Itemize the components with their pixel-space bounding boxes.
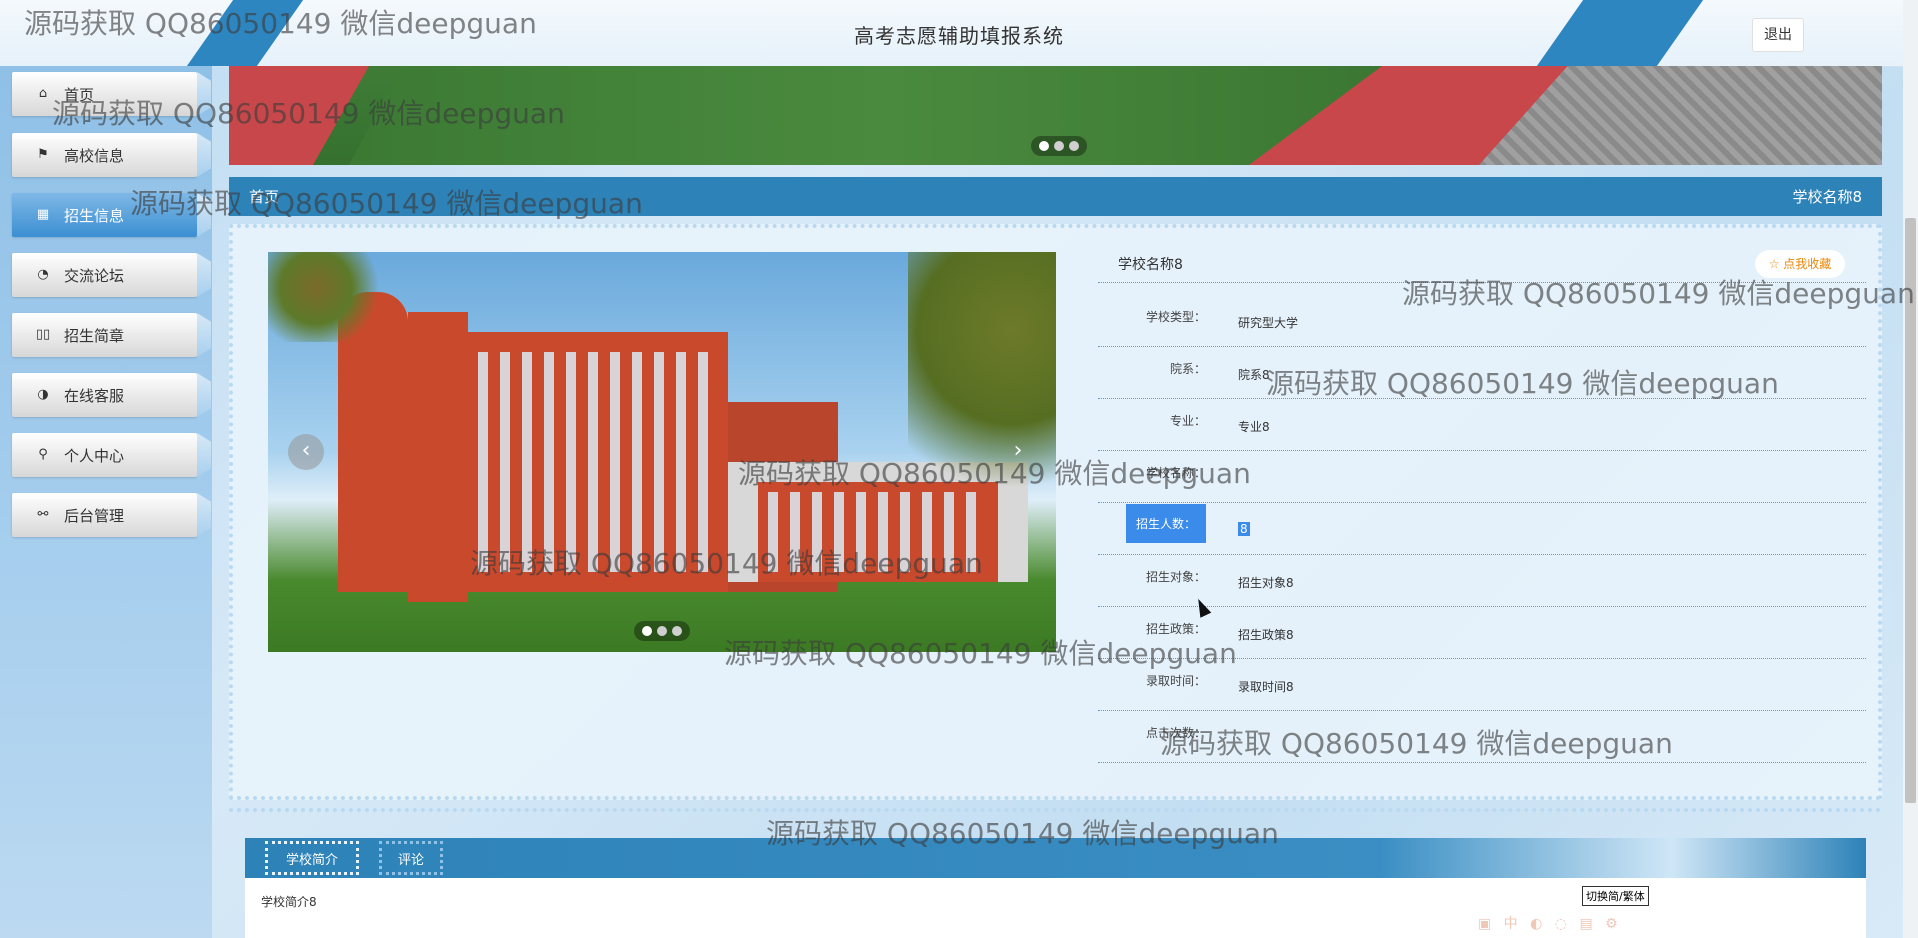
field-value: 8 xyxy=(1238,522,1250,536)
school-intro-text: 学校简介8 xyxy=(261,895,317,909)
field-value: 专业8 xyxy=(1238,420,1270,434)
sidebar-item-label: 招生信息 xyxy=(64,207,125,225)
field-label: 点击次数： xyxy=(1145,726,1206,740)
tab-comments[interactable]: 评论 xyxy=(379,841,443,875)
field-row-department: 院系： 院系8 xyxy=(1098,346,1866,399)
field-label: 院系： xyxy=(1169,362,1206,376)
field-label: 招生对象： xyxy=(1145,570,1206,584)
sidebar-item-label: 首页 xyxy=(64,86,95,104)
field-label: 招生政策： xyxy=(1145,622,1206,636)
tree-foliage xyxy=(908,252,1056,512)
pagination-dot[interactable] xyxy=(1054,141,1064,151)
link-icon: ⚯ xyxy=(37,507,49,522)
title-divider xyxy=(1098,282,1866,283)
sidebar-item-label: 招生简章 xyxy=(64,327,125,345)
field-value: 招生对象8 xyxy=(1238,576,1294,590)
field-label: 专业： xyxy=(1169,414,1206,428)
flag-icon: ⚑ xyxy=(37,147,49,162)
field-row-school-type: 学校类型： 研究型大学 xyxy=(1098,294,1866,347)
site-title: 高考志愿辅助填报系统 xyxy=(854,24,1064,48)
logout-button[interactable]: 退出 xyxy=(1752,18,1804,52)
field-row-enrollment-count: 招生人数： 8 xyxy=(1098,502,1866,555)
school-title: 学校名称8 xyxy=(1118,257,1183,273)
scrollbar-thumb[interactable] xyxy=(1905,218,1916,803)
sidebar-item-label: 后台管理 xyxy=(64,507,125,525)
sidebar-item-home[interactable]: ⌂ 首页 xyxy=(12,72,197,116)
top-header: 高考志愿辅助填报系统 退出 xyxy=(0,0,1918,67)
breadcrumb: 首页 学校名称8 xyxy=(229,177,1882,216)
sidebar-item-admin[interactable]: ⚯ 后台管理 xyxy=(12,493,197,537)
field-value: 录取时间8 xyxy=(1238,680,1294,694)
sidebar-item-label: 个人中心 xyxy=(64,447,125,465)
pagination-dot[interactable] xyxy=(642,626,652,636)
user-icon: ⚲ xyxy=(38,447,48,462)
favorite-button[interactable]: ☆ 点我收藏 xyxy=(1755,250,1845,278)
section-divider xyxy=(229,808,1882,812)
calendar-icon: ▦ xyxy=(36,207,50,222)
banner-track-left xyxy=(229,66,369,165)
field-label: 学校类型： xyxy=(1145,310,1206,324)
field-label: 录取时间： xyxy=(1145,674,1206,688)
building-block xyxy=(408,312,468,602)
top-banner-carousel[interactable] xyxy=(229,66,1882,165)
field-value: 院系8 xyxy=(1238,368,1270,382)
palette-icon: ◔ xyxy=(37,267,49,282)
field-value: 招生政策8 xyxy=(1238,628,1294,642)
pagination-dot[interactable] xyxy=(1069,141,1079,151)
pagination-dot[interactable] xyxy=(657,626,667,636)
sidebar-item-support[interactable]: ◑ 在线客服 xyxy=(12,373,197,417)
field-label: 招生人数： xyxy=(1125,504,1206,543)
field-row-click-count: 点击次数： xyxy=(1098,710,1866,763)
field-row-school-name: 学校名称： xyxy=(1098,450,1866,503)
banner-field xyxy=(349,66,1419,165)
building-windows xyxy=(478,352,718,572)
home-icon: ⌂ xyxy=(38,86,48,101)
field-row-policy: 招生政策： 招生政策8 xyxy=(1098,606,1866,659)
pagination-dot[interactable] xyxy=(1039,141,1049,151)
ime-toolbar: ▣ 中 ◐ ◌ ▤ ⚙ xyxy=(1478,916,1622,932)
sidebar-item-label: 高校信息 xyxy=(64,147,125,165)
pagination-dot[interactable] xyxy=(672,626,682,636)
field-label: 学校名称： xyxy=(1145,466,1206,480)
tree-foliage xyxy=(268,252,388,342)
tab-bar: 学校简介 评论 xyxy=(245,838,1866,878)
photo-pagination[interactable] xyxy=(634,621,690,641)
carousel-next-button[interactable]: › xyxy=(1000,434,1036,470)
sidebar-item-forum[interactable]: ◔ 交流论坛 xyxy=(12,253,197,297)
carousel-prev-button[interactable]: ‹ xyxy=(288,434,324,470)
switch-script-button[interactable]: 切换简/繁体 xyxy=(1582,886,1649,906)
field-row-major: 专业： 专业8 xyxy=(1098,398,1866,451)
book-icon: ▯▯ xyxy=(35,327,51,342)
banner-pagination[interactable] xyxy=(1031,136,1087,156)
school-photo-carousel[interactable]: ‹ › xyxy=(268,252,1056,652)
breadcrumb-current: 学校名称8 xyxy=(1792,188,1862,206)
field-row-admission-time: 录取时间： 录取时间8 xyxy=(1098,658,1866,711)
sidebar-item-label: 交流论坛 xyxy=(64,267,125,285)
sidebar-item-profile[interactable]: ⚲ 个人中心 xyxy=(12,433,197,477)
sidebar-item-label: 在线客服 xyxy=(64,387,125,405)
tab-school-intro[interactable]: 学校简介 xyxy=(265,841,359,875)
sidebar-item-admissions[interactable]: ▦ 招生信息 xyxy=(12,193,197,237)
sidebar-item-brochure[interactable]: ▯▯ 招生简章 xyxy=(12,313,197,357)
field-row-target-group: 招生对象： 招生对象8 xyxy=(1098,554,1866,607)
support-icon: ◑ xyxy=(37,387,49,402)
field-value: 研究型大学 xyxy=(1238,316,1299,330)
sidebar-item-universities[interactable]: ⚑ 高校信息 xyxy=(12,133,197,177)
breadcrumb-home-link[interactable]: 首页 xyxy=(249,186,279,207)
